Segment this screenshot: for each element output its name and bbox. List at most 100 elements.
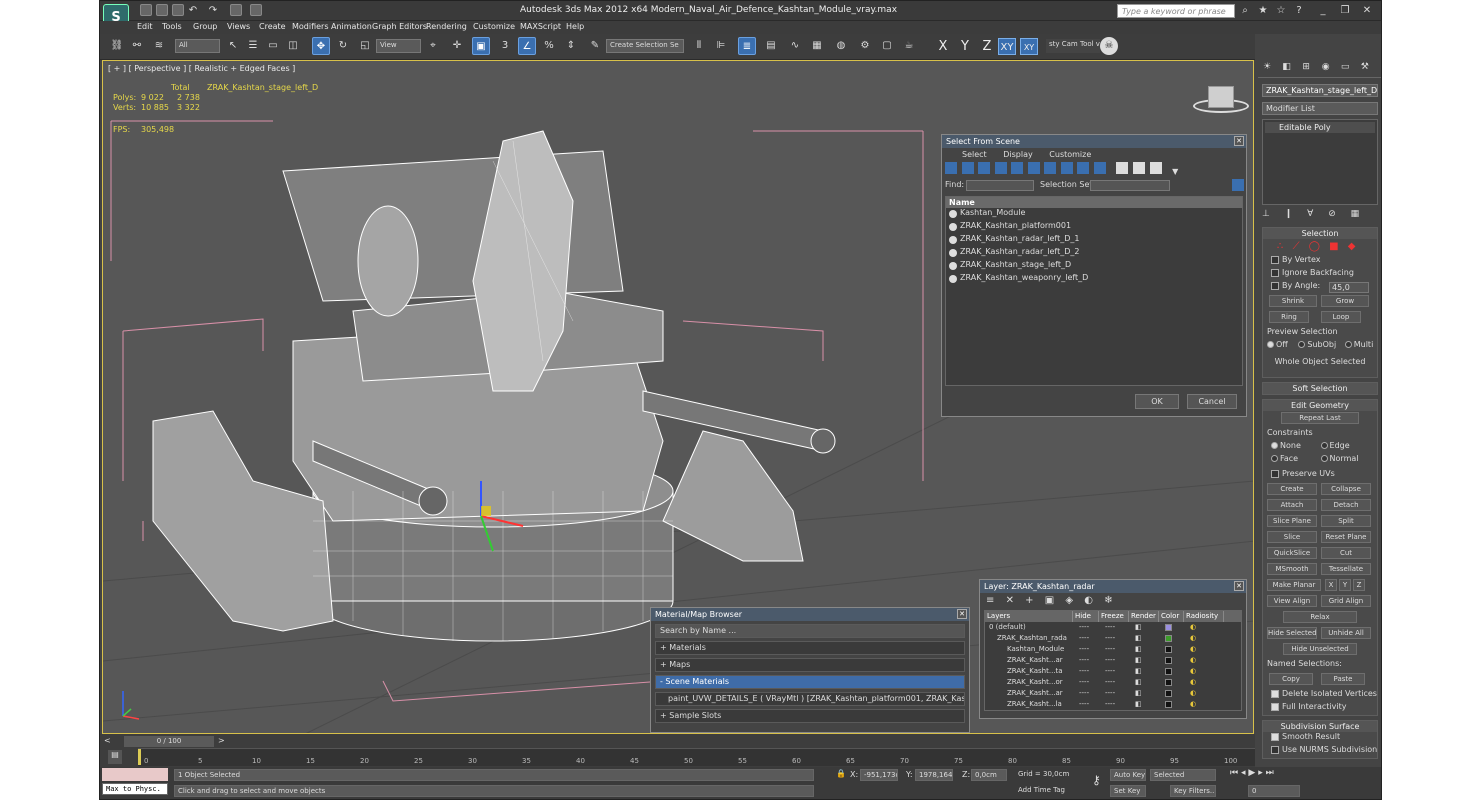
smooth-result-checkbox[interactable]: Smooth Result [1263, 732, 1377, 745]
menu-help[interactable]: Help [566, 22, 584, 31]
select-object-icon[interactable]: ↖ [224, 37, 242, 55]
sfs-column-name[interactable]: Name [946, 197, 1242, 208]
layer-name[interactable]: ZRAK_Kasht...or [985, 677, 1073, 688]
col-freeze[interactable]: Freeze [1099, 611, 1129, 622]
schematic-view-icon[interactable]: ▦ [808, 37, 826, 55]
table-row[interactable]: 0 (default) ---- ---- ◧ ◐ [985, 622, 1241, 633]
track-bar-icon[interactable]: ▤ [108, 750, 122, 764]
add-time-tag[interactable]: Add Time Tag [1015, 785, 1085, 797]
col-hide[interactable]: Hide [1073, 611, 1099, 622]
edit-geometry-button[interactable]: Slice Plane [1267, 515, 1317, 527]
material-search-input[interactable]: Search by Name ... [655, 624, 965, 638]
display-geometry-icon[interactable] [945, 162, 957, 174]
maps-group[interactable]: + Maps [655, 658, 965, 672]
spinner-snap-icon[interactable]: ⇕ [562, 37, 580, 55]
layer-freeze[interactable]: ---- [1099, 699, 1129, 710]
pivot-center-icon[interactable]: ⌖ [424, 37, 442, 55]
select-and-move-icon[interactable]: ✥ [312, 37, 330, 55]
copy-button[interactable]: Copy [1269, 673, 1313, 685]
align-icon[interactable]: ⊫ [712, 37, 730, 55]
hide-all-icon[interactable]: ◐ [1084, 595, 1093, 606]
scene-material-item[interactable]: paint_UVW_DETAILS_E ( VRayMtl ) [ZRAK_Ka… [655, 692, 965, 706]
edit-geometry-button[interactable]: Reset Plane [1321, 531, 1371, 543]
layer-hide[interactable]: ---- [1073, 666, 1099, 677]
key-filters-button[interactable]: Key Filters... [1170, 785, 1216, 797]
time-slider-prev-icon[interactable]: < [104, 736, 111, 745]
edit-geometry-button[interactable]: Z [1353, 579, 1365, 591]
display-cameras-icon[interactable] [994, 162, 1007, 174]
sample-slots-group[interactable]: + Sample Slots [655, 709, 965, 723]
sfs-menu-select[interactable]: Select [962, 150, 987, 159]
select-by-name-icon[interactable]: ☰ [244, 37, 262, 55]
open-file-icon[interactable] [156, 4, 168, 16]
configure-modifier-sets-icon[interactable]: ▦ [1351, 209, 1360, 219]
col-color[interactable]: Color [1159, 611, 1184, 622]
menu-group[interactable]: Group [193, 22, 217, 31]
undo-icon[interactable]: ↶ [186, 4, 200, 18]
menu-tools[interactable]: Tools [162, 22, 182, 31]
edit-geometry-button[interactable]: View Align [1267, 595, 1317, 607]
layer-color-swatch[interactable] [1159, 644, 1184, 655]
remove-modifier-icon[interactable]: ⊘ [1328, 209, 1336, 219]
sfs-menu-customize[interactable]: Customize [1049, 150, 1091, 159]
element-level-icon[interactable]: ◆ [1348, 241, 1356, 252]
highlight-layer-icon[interactable]: ◈ [1065, 595, 1073, 606]
layer-freeze[interactable]: ---- [1099, 688, 1129, 699]
menu-create[interactable]: Create [259, 22, 286, 31]
freeze-all-icon[interactable]: ❄ [1104, 595, 1112, 606]
list-item[interactable]: ZRAK_Kashtan_radar_left_D_2 [946, 247, 1242, 260]
table-row[interactable]: ZRAK_Kasht...ar ---- ---- ◧ ◐ [985, 688, 1241, 699]
curve-editor-icon[interactable]: ∿ [786, 37, 804, 55]
ok-button[interactable]: OK [1135, 394, 1179, 409]
viewcube-icon[interactable] [1208, 86, 1234, 108]
border-level-icon[interactable]: ◯ [1309, 241, 1320, 252]
edit-geometry-header[interactable]: Edit Geometry [1263, 400, 1377, 411]
constraint-normal-radio[interactable] [1320, 455, 1328, 462]
edit-geometry-button[interactable]: Create [1267, 483, 1317, 495]
edit-geometry-button[interactable]: Unhide All [1321, 627, 1371, 639]
select-and-link-icon[interactable]: ⛓ [108, 37, 126, 55]
pin-stack-icon[interactable]: ⊥ [1262, 209, 1270, 219]
layer-name[interactable]: Kashtan_Module [985, 644, 1073, 655]
scene-materials-group[interactable]: - Scene Materials [655, 675, 965, 689]
axis-plane-cycle-icon[interactable]: XY [1020, 38, 1038, 55]
display-all-icon[interactable] [1116, 162, 1129, 174]
edit-geometry-button[interactable]: Attach [1267, 499, 1317, 511]
paste-button[interactable]: Paste [1321, 673, 1365, 685]
select-manipulate-icon[interactable]: ✛ [448, 37, 466, 55]
radiosity-icon[interactable]: ◐ [1184, 644, 1224, 655]
display-containers-icon[interactable] [1093, 162, 1106, 174]
constraint-edge-radio[interactable] [1320, 442, 1328, 449]
menu-graph-editors[interactable]: Graph Editors [372, 22, 427, 31]
y-coordinate-field[interactable]: 1978,164c [915, 769, 953, 781]
kashtan-model[interactable] [152, 130, 836, 642]
script-toolbar-label[interactable]: sty Cam Tool v [1046, 39, 1100, 53]
hierarchy-tab-icon[interactable]: ⊞ [1299, 62, 1313, 76]
menu-maxscript[interactable]: MAXScript [520, 22, 561, 31]
radiosity-icon[interactable]: ◐ [1184, 699, 1224, 710]
subscription-icon[interactable]: ★ [1256, 4, 1270, 18]
layer-hide[interactable]: ---- [1073, 644, 1099, 655]
layer-hide[interactable]: ---- [1073, 699, 1099, 710]
preview-off-radio[interactable] [1267, 341, 1274, 348]
preview-multi-radio[interactable] [1344, 341, 1352, 348]
table-row[interactable]: ZRAK_Kashtan_rada ---- ---- ◧ ◐ [985, 633, 1241, 644]
menu-customize[interactable]: Customize [473, 22, 515, 31]
current-frame-field[interactable]: 0 [1248, 785, 1300, 797]
edit-geometry-button[interactable]: Split [1321, 515, 1371, 527]
edit-geometry-button[interactable]: Tessellate [1321, 563, 1371, 575]
layer-hide[interactable]: ---- [1073, 688, 1099, 699]
list-item[interactable]: ZRAK_Kashtan_radar_left_D_1 [946, 234, 1242, 247]
previous-frame-icon[interactable]: ◂ [1241, 768, 1246, 778]
layer-hide[interactable]: ---- [1073, 655, 1099, 666]
layer-freeze[interactable]: ---- [1099, 644, 1129, 655]
layer-color-swatch[interactable] [1159, 633, 1184, 644]
mirror-icon[interactable]: ⫴ [690, 37, 708, 55]
track-bar[interactable]: 0 5 10 15 20 25 30 35 40 45 50 55 60 65 70 75 80 85 90 95 10… [138, 748, 1255, 766]
edit-geometry-button[interactable]: QuickSlice [1267, 547, 1317, 559]
layer-hide[interactable]: ---- [1073, 677, 1099, 688]
layer-name[interactable]: ZRAK_Kasht...la [985, 699, 1073, 710]
menu-rendering[interactable]: Rendering [426, 22, 467, 31]
display-tab-icon[interactable]: ▭ [1338, 62, 1352, 76]
angle-snap-icon[interactable]: ∠ [518, 37, 536, 55]
